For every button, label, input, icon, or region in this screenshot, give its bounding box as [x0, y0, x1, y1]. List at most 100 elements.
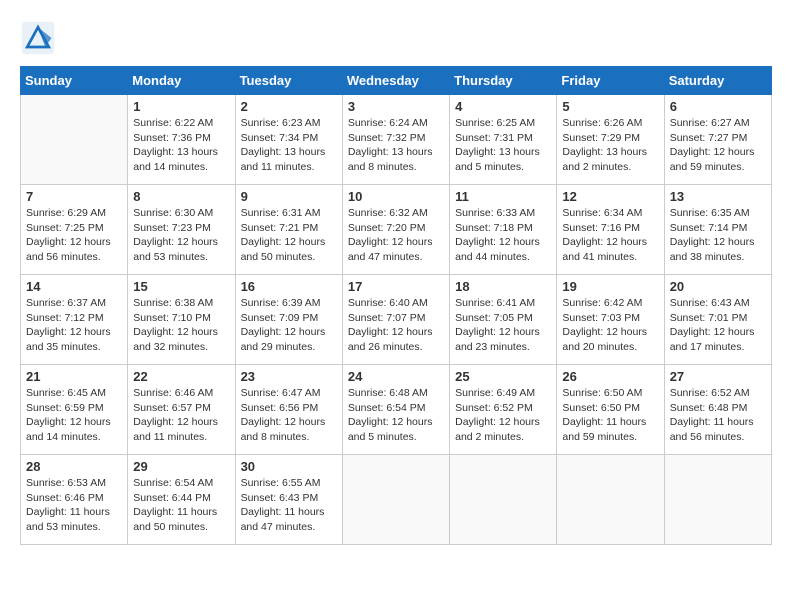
day-number: 4 — [455, 99, 551, 114]
day-number: 20 — [670, 279, 766, 294]
day-info: Sunrise: 6:43 AM Sunset: 7:01 PM Dayligh… — [670, 296, 766, 355]
day-number: 3 — [348, 99, 444, 114]
calendar-cell: 6Sunrise: 6:27 AM Sunset: 7:27 PM Daylig… — [664, 95, 771, 185]
day-info: Sunrise: 6:24 AM Sunset: 7:32 PM Dayligh… — [348, 116, 444, 175]
day-info: Sunrise: 6:41 AM Sunset: 7:05 PM Dayligh… — [455, 296, 551, 355]
calendar-cell: 20 Sunrise: 6:43 AM Sunset: 7:01 PM Dayli… — [664, 275, 771, 365]
day-number: 19 — [562, 279, 658, 294]
calendar-week-5: 28 Sunrise: 6:53 AM Sunset: 6:46 PM Dayli… — [21, 455, 772, 545]
calendar-cell — [21, 95, 128, 185]
calendar-cell: 30 Sunrise: 6:55 AM Sunset: 6:43 PM Dayli… — [235, 455, 342, 545]
day-info: Sunrise: 6:33 AM Sunset: 7:18 PM Dayligh… — [455, 206, 551, 265]
day-number: 27 — [670, 369, 766, 384]
day-info: Sunrise: 6:27 AM Sunset: 7:27 PM Dayligh… — [670, 116, 766, 175]
calendar-cell: 28 Sunrise: 6:53 AM Sunset: 6:46 PM Dayli… — [21, 455, 128, 545]
calendar-cell — [450, 455, 557, 545]
calendar-header-thursday: Thursday — [450, 67, 557, 95]
calendar-cell: 3 Sunrise: 6:24 AM Sunset: 7:32 PM Daylig… — [342, 95, 449, 185]
calendar-header-friday: Friday — [557, 67, 664, 95]
day-number: 22 — [133, 369, 229, 384]
day-info: Sunrise: 6:52 AM Sunset: 6:48 PM Dayligh… — [670, 386, 766, 445]
day-info: Sunrise: 6:39 AM Sunset: 7:09 PM Dayligh… — [241, 296, 337, 355]
day-number: 15 — [133, 279, 229, 294]
day-info: Sunrise: 6:49 AM Sunset: 6:52 PM Dayligh… — [455, 386, 551, 445]
page-header — [20, 20, 772, 56]
calendar-header-saturday: Saturday — [664, 67, 771, 95]
calendar-cell: 24 Sunrise: 6:48 AM Sunset: 6:54 PM Dayli… — [342, 365, 449, 455]
day-info: Sunrise: 6:45 AM Sunset: 6:59 PM Dayligh… — [26, 386, 122, 445]
day-number: 12 — [562, 189, 658, 204]
calendar-week-2: 7 Sunrise: 6:29 AM Sunset: 7:25 PM Daylig… — [21, 185, 772, 275]
day-info: Sunrise: 6:48 AM Sunset: 6:54 PM Dayligh… — [348, 386, 444, 445]
calendar-header-monday: Monday — [128, 67, 235, 95]
calendar-cell: 29Sunrise: 6:54 AM Sunset: 6:44 PM Dayli… — [128, 455, 235, 545]
calendar-cell: 4 Sunrise: 6:25 AM Sunset: 7:31 PM Daylig… — [450, 95, 557, 185]
day-info: Sunrise: 6:53 AM Sunset: 6:46 PM Dayligh… — [26, 476, 122, 535]
day-number: 25 — [455, 369, 551, 384]
day-number: 14 — [26, 279, 122, 294]
day-info: Sunrise: 6:37 AM Sunset: 7:12 PM Dayligh… — [26, 296, 122, 355]
calendar-cell: 5Sunrise: 6:26 AM Sunset: 7:29 PM Daylig… — [557, 95, 664, 185]
calendar-header-sunday: Sunday — [21, 67, 128, 95]
day-number: 24 — [348, 369, 444, 384]
calendar-cell: 17Sunrise: 6:40 AM Sunset: 7:07 PM Dayli… — [342, 275, 449, 365]
calendar-cell: 10 Sunrise: 6:32 AM Sunset: 7:20 PM Dayli… — [342, 185, 449, 275]
calendar-cell: 25 Sunrise: 6:49 AM Sunset: 6:52 PM Dayli… — [450, 365, 557, 455]
calendar-cell: 13 Sunrise: 6:35 AM Sunset: 7:14 PM Dayli… — [664, 185, 771, 275]
day-number: 23 — [241, 369, 337, 384]
day-info: Sunrise: 6:46 AM Sunset: 6:57 PM Dayligh… — [133, 386, 229, 445]
calendar-cell: 26 Sunrise: 6:50 AM Sunset: 6:50 PM Dayli… — [557, 365, 664, 455]
calendar-week-3: 14 Sunrise: 6:37 AM Sunset: 7:12 PM Dayli… — [21, 275, 772, 365]
calendar-cell — [557, 455, 664, 545]
calendar-cell: 12 Sunrise: 6:34 AM Sunset: 7:16 PM Dayli… — [557, 185, 664, 275]
day-number: 21 — [26, 369, 122, 384]
calendar-cell: 7 Sunrise: 6:29 AM Sunset: 7:25 PM Daylig… — [21, 185, 128, 275]
day-number: 2 — [241, 99, 337, 114]
day-number: 28 — [26, 459, 122, 474]
day-number: 11 — [455, 189, 551, 204]
day-info: Sunrise: 6:29 AM Sunset: 7:25 PM Dayligh… — [26, 206, 122, 265]
calendar-cell: 22 Sunrise: 6:46 AM Sunset: 6:57 PM Dayli… — [128, 365, 235, 455]
calendar-cell: 15 Sunrise: 6:38 AM Sunset: 7:10 PM Dayli… — [128, 275, 235, 365]
day-info: Sunrise: 6:22 AM Sunset: 7:36 PM Dayligh… — [133, 116, 229, 175]
day-info: Sunrise: 6:54 AM Sunset: 6:44 PM Dayligh… — [133, 476, 229, 535]
calendar-cell: 2 Sunrise: 6:23 AM Sunset: 7:34 PM Daylig… — [235, 95, 342, 185]
day-number: 30 — [241, 459, 337, 474]
day-number: 9 — [241, 189, 337, 204]
day-number: 16 — [241, 279, 337, 294]
logo — [20, 20, 60, 56]
day-info: Sunrise: 6:25 AM Sunset: 7:31 PM Dayligh… — [455, 116, 551, 175]
day-info: Sunrise: 6:34 AM Sunset: 7:16 PM Dayligh… — [562, 206, 658, 265]
calendar-header-wednesday: Wednesday — [342, 67, 449, 95]
calendar-cell: 9Sunrise: 6:31 AM Sunset: 7:21 PM Daylig… — [235, 185, 342, 275]
calendar-header-tuesday: Tuesday — [235, 67, 342, 95]
calendar-cell: 21 Sunrise: 6:45 AM Sunset: 6:59 PM Dayli… — [21, 365, 128, 455]
day-info: Sunrise: 6:26 AM Sunset: 7:29 PM Dayligh… — [562, 116, 658, 175]
day-number: 10 — [348, 189, 444, 204]
calendar-cell: 1Sunrise: 6:22 AM Sunset: 7:36 PM Daylig… — [128, 95, 235, 185]
day-info: Sunrise: 6:32 AM Sunset: 7:20 PM Dayligh… — [348, 206, 444, 265]
day-info: Sunrise: 6:47 AM Sunset: 6:56 PM Dayligh… — [241, 386, 337, 445]
day-number: 13 — [670, 189, 766, 204]
day-info: Sunrise: 6:30 AM Sunset: 7:23 PM Dayligh… — [133, 206, 229, 265]
day-number: 26 — [562, 369, 658, 384]
day-info: Sunrise: 6:38 AM Sunset: 7:10 PM Dayligh… — [133, 296, 229, 355]
calendar-week-4: 21 Sunrise: 6:45 AM Sunset: 6:59 PM Dayli… — [21, 365, 772, 455]
calendar-cell: 16 Sunrise: 6:39 AM Sunset: 7:09 PM Dayli… — [235, 275, 342, 365]
calendar-cell: 18 Sunrise: 6:41 AM Sunset: 7:05 PM Dayli… — [450, 275, 557, 365]
calendar-cell: 27 Sunrise: 6:52 AM Sunset: 6:48 PM Dayli… — [664, 365, 771, 455]
calendar-cell: 14 Sunrise: 6:37 AM Sunset: 7:12 PM Dayli… — [21, 275, 128, 365]
day-number: 7 — [26, 189, 122, 204]
day-info: Sunrise: 6:23 AM Sunset: 7:34 PM Dayligh… — [241, 116, 337, 175]
calendar-cell: 19Sunrise: 6:42 AM Sunset: 7:03 PM Dayli… — [557, 275, 664, 365]
day-info: Sunrise: 6:35 AM Sunset: 7:14 PM Dayligh… — [670, 206, 766, 265]
day-info: Sunrise: 6:50 AM Sunset: 6:50 PM Dayligh… — [562, 386, 658, 445]
calendar-cell: 8Sunrise: 6:30 AM Sunset: 7:23 PM Daylig… — [128, 185, 235, 275]
calendar-cell: 23 Sunrise: 6:47 AM Sunset: 6:56 PM Dayli… — [235, 365, 342, 455]
day-number: 18 — [455, 279, 551, 294]
calendar-header-row: SundayMondayTuesdayWednesdayThursdayFrid… — [21, 67, 772, 95]
calendar-week-1: 1Sunrise: 6:22 AM Sunset: 7:36 PM Daylig… — [21, 95, 772, 185]
day-info: Sunrise: 6:55 AM Sunset: 6:43 PM Dayligh… — [241, 476, 337, 535]
logo-icon — [20, 20, 56, 56]
day-number: 17 — [348, 279, 444, 294]
